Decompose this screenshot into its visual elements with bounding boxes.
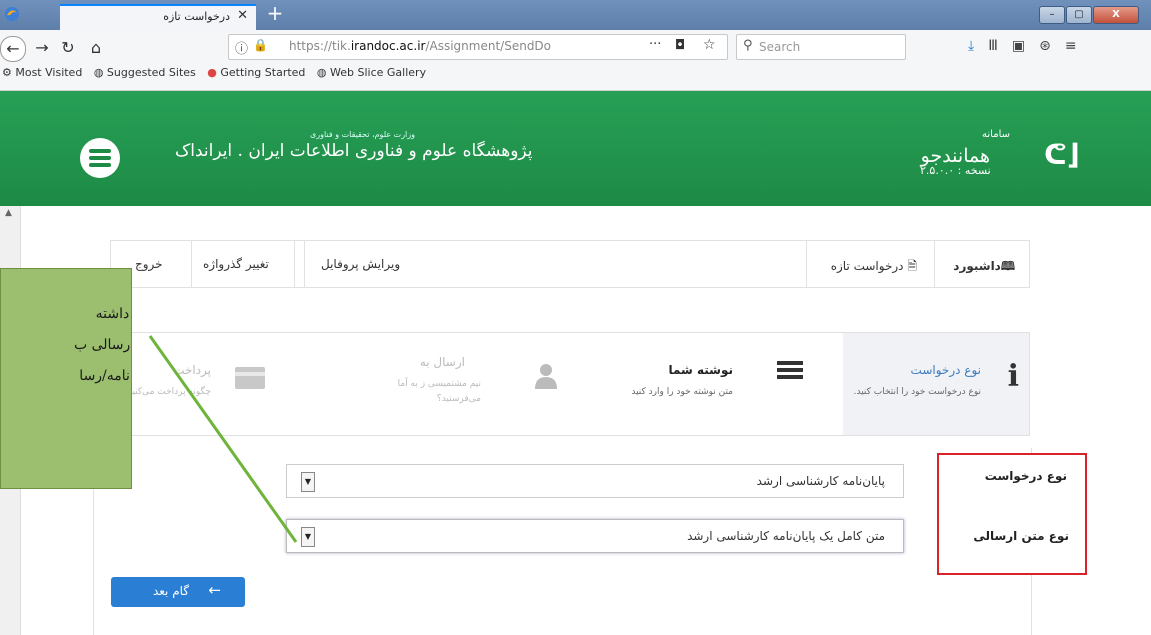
next-step-button[interactable]: گام بعد ← <box>111 577 245 607</box>
url-text: https://tik.irandoc.ac.ir/Assignment/Sen… <box>289 39 552 53</box>
app-brand: سامانه همانندجو <box>900 129 1010 189</box>
step-title: نوشته شما <box>668 363 733 377</box>
tab-title: درخواست تازه <box>163 10 230 23</box>
browser-tab[interactable]: درخواست تازه ✕ <box>60 4 256 30</box>
annotation-callout: توجه داشته متن ارسالی ب پایان نامه/رسا <box>0 268 132 489</box>
highlight-box: نوع درخواست نوع متن ارسالی <box>937 453 1087 575</box>
step-description: نوع درخواست خود را انتخاب کنید. <box>853 387 981 397</box>
info-icon: i <box>1007 359 1019 394</box>
step-title: نوع درخواست <box>910 363 981 377</box>
bookmarks-bar: ⚙ Most Visited ◍ Suggested Sites ● Getti… <box>2 66 434 79</box>
text-lines-icon <box>777 361 803 379</box>
app-version: نسخه : ۲.۵.۰.۰ <box>920 164 991 177</box>
nav-logout[interactable]: خروج <box>135 257 163 271</box>
lock-icon[interactable]: 🔒 <box>253 38 268 52</box>
nav-divider <box>294 241 295 287</box>
callout-line: توجه داشته <box>95 306 131 322</box>
nav-divider <box>304 241 305 287</box>
text-type-value: متن کامل یک پایان‌نامه کارشناسی ارشد <box>687 529 885 543</box>
browser-toolbar: ← → ↻ ⌂ ⓘ 🔒 https://tik.irandoc.ac.ir/As… <box>0 30 1151 91</box>
bookmark-getting-started[interactable]: ● Getting Started <box>207 66 305 79</box>
request-type-value: پایان‌نامه کارشناسی ارشد <box>756 474 885 488</box>
step-request-type[interactable]: i نوع درخواست نوع درخواست خود را انتخاب … <box>843 333 1029 435</box>
text-type-label: نوع متن ارسالی <box>973 529 1069 543</box>
hamanandjoo-logo-icon[interactable]: ᕦ⌋ <box>1044 138 1080 171</box>
chevron-down-icon[interactable]: ▼ <box>301 472 315 492</box>
scroll-up-icon[interactable]: ▲ <box>5 208 12 218</box>
step-description: نیم مشتمیسی ز به آما می‌فرستید؟ <box>397 379 481 404</box>
bookmark-star-icon[interactable]: ☆ <box>703 37 716 53</box>
step-send-to[interactable]: ارسال به نیم مشتمیسی ز به آما می‌فرستید؟ <box>331 333 597 435</box>
step-payment[interactable]: پرداخت چگونه پرداخت می‌کنید؟ <box>123 333 331 435</box>
step-description: چگونه پرداخت می‌کنید؟ <box>122 387 211 397</box>
request-type-label: نوع درخواست <box>984 469 1067 483</box>
step-title: ارسال به <box>419 355 465 369</box>
bookmark-suggested-sites[interactable]: ◍ Suggested Sites <box>94 66 196 79</box>
app-name-prefix: سامانه <box>982 129 1010 140</box>
library-icon[interactable]: Ⅲ <box>988 38 998 54</box>
sidebar-icon[interactable]: ▣ <box>1012 38 1025 54</box>
reload-icon[interactable]: ↻ <box>56 36 80 60</box>
wizard-steps: i نوع درخواست نوع درخواست خود را انتخاب … <box>123 332 1030 436</box>
credit-card-icon <box>235 367 265 389</box>
request-type-select[interactable]: پایان‌نامه کارشناسی ارشد ▼ <box>286 464 904 498</box>
ministry-name: وزارت علوم، تحقیقات و فناوری <box>310 130 415 139</box>
search-input[interactable]: Search <box>759 40 800 54</box>
callout-text: توجه داشته متن ارسالی ب پایان نامه/رسا <box>21 299 132 392</box>
page-actions-icon[interactable]: ··· <box>649 37 661 52</box>
pocket-icon[interactable]: ◘ <box>675 38 685 53</box>
nav-divider <box>806 241 807 287</box>
callout-line: پایان نامه/رسا <box>79 368 131 384</box>
user-icon <box>535 363 557 389</box>
app-nav: 🕮داشبورد 🗎 درخواست تازه ویرایش پروفایل ت… <box>110 240 1030 288</box>
search-box[interactable]: ⚲ Search <box>736 34 906 60</box>
nav-divider <box>191 241 192 287</box>
home-icon[interactable]: ⌂ <box>84 36 108 60</box>
window-controls: – ▢ X <box>1038 2 1139 24</box>
new-tab-button[interactable]: + <box>262 2 288 26</box>
text-type-select[interactable]: متن کامل یک پایان‌نامه کارشناسی ارشد ▼ <box>286 519 904 553</box>
back-arrow-icon[interactable]: ← <box>0 36 26 62</box>
forward-arrow-icon[interactable]: → <box>30 36 54 60</box>
extension-icon[interactable]: ⊛ <box>1039 38 1051 54</box>
chevron-down-icon[interactable]: ▼ <box>301 527 315 547</box>
close-window-button[interactable]: X <box>1093 6 1139 24</box>
tab-close-icon[interactable]: ✕ <box>237 8 248 23</box>
callout-line: متن ارسالی ب <box>73 337 132 353</box>
bookmark-most-visited[interactable]: ⚙ Most Visited <box>2 66 82 79</box>
step-description: متن نوشته خود را وارد کنید <box>631 387 733 397</box>
org-name: پژوهشگاه علوم و فناوری اطلاعات ایران . ا… <box>175 141 533 161</box>
minimize-button[interactable]: – <box>1039 6 1065 24</box>
nav-new-request[interactable]: 🗎 درخواست تازه <box>831 257 917 278</box>
nav-dashboard[interactable]: 🕮داشبورد <box>953 257 1015 278</box>
next-step-label: گام بعد <box>152 584 189 598</box>
menu-icon[interactable]: ≡ <box>1065 38 1077 54</box>
nav-change-password[interactable]: تغییر گذرواژه <box>203 257 269 271</box>
nav-divider <box>934 241 935 287</box>
address-bar[interactable]: ⓘ 🔒 https://tik.irandoc.ac.ir/Assignment… <box>228 34 728 60</box>
browser-title-bar: درخواست تازه ✕ + – ▢ X <box>0 0 1151 30</box>
site-header: وزارت علوم، تحقیقات و فناوری پژوهشگاه عل… <box>0 91 1151 206</box>
step-title: پرداخت <box>173 363 211 377</box>
step-your-text[interactable]: نوشته شما متن نوشته خود را وارد کنید <box>597 333 843 435</box>
firefox-logo-icon <box>4 6 20 22</box>
download-icon[interactable]: ⤓ <box>968 38 974 54</box>
maximize-button[interactable]: ▢ <box>1066 6 1092 24</box>
toolbar-icons: ⤓ Ⅲ ▣ ⊛ ≡ <box>968 38 1091 54</box>
nav-edit-profile[interactable]: ویرایش پروفایل <box>321 257 400 271</box>
info-icon[interactable]: ⓘ <box>235 38 248 57</box>
search-icon: ⚲ <box>743 38 753 53</box>
irandoc-logo-icon[interactable] <box>80 138 120 178</box>
bookmark-web-slice-gallery[interactable]: ◍ Web Slice Gallery <box>317 66 426 79</box>
arrow-left-icon: ← <box>208 581 221 599</box>
